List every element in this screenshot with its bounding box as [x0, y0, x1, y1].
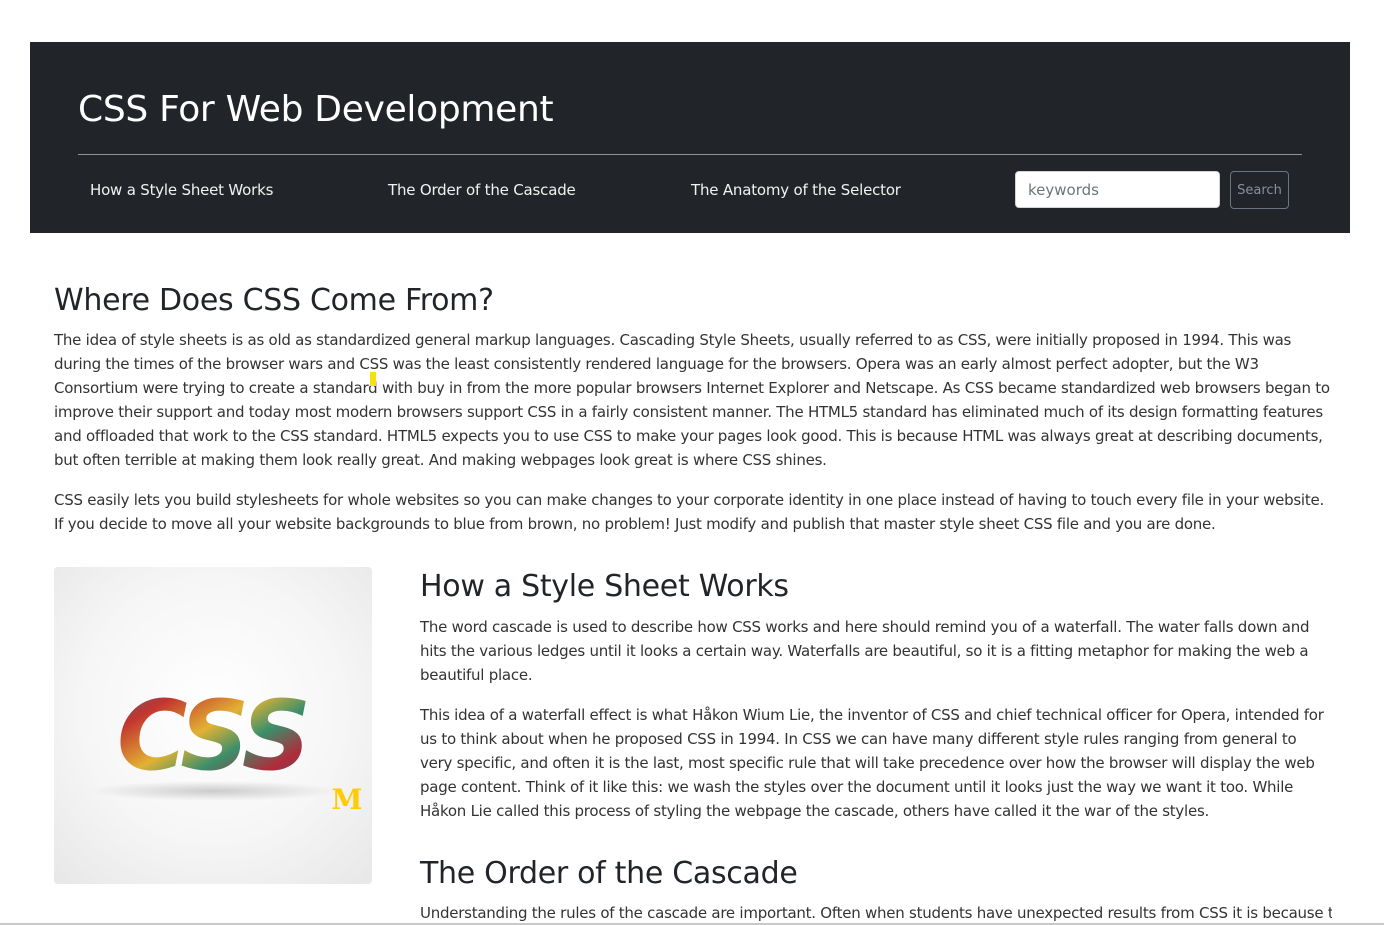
style-sheet-paragraph-2: This idea of a waterfall effect is what …: [420, 706, 1324, 820]
css-logo-image: CSS M: [54, 567, 372, 884]
block-m-badge: M: [332, 783, 363, 816]
nav-link-how-a-style-sheet-works[interactable]: How a Style Sheet Works: [90, 180, 273, 200]
cascade-paragraph-1: Understanding the rules of the cascade a…: [420, 904, 1332, 922]
css-logo-text: CSS: [117, 680, 307, 792]
css-logo-graphic: CSS M: [89, 680, 363, 816]
nav-link-order-of-the-cascade[interactable]: The Order of the Cascade: [388, 180, 576, 200]
page-heading: Where Does CSS Come From?: [54, 283, 494, 318]
site-header: CSS For Web Development How a Style Shee…: [30, 42, 1350, 233]
intro-paragraph-2: CSS easily lets you build stylesheets fo…: [54, 491, 1324, 533]
intro-paragraph-1: The idea of style sheets is as old as st…: [54, 331, 1330, 469]
section-heading-order-of-cascade: The Order of the Cascade: [420, 856, 798, 891]
style-sheet-paragraph-1: The word cascade is used to describe how…: [420, 618, 1310, 684]
text-highlight-mark: [370, 372, 376, 386]
header-divider: [78, 154, 1302, 155]
nav-link-anatomy-of-the-selector[interactable]: The Anatomy of the Selector: [691, 180, 901, 200]
search-button[interactable]: Search: [1230, 171, 1289, 209]
search-input[interactable]: [1015, 171, 1220, 208]
section-heading-style-sheet-works: How a Style Sheet Works: [420, 569, 789, 604]
site-title: CSS For Web Development: [78, 89, 554, 130]
